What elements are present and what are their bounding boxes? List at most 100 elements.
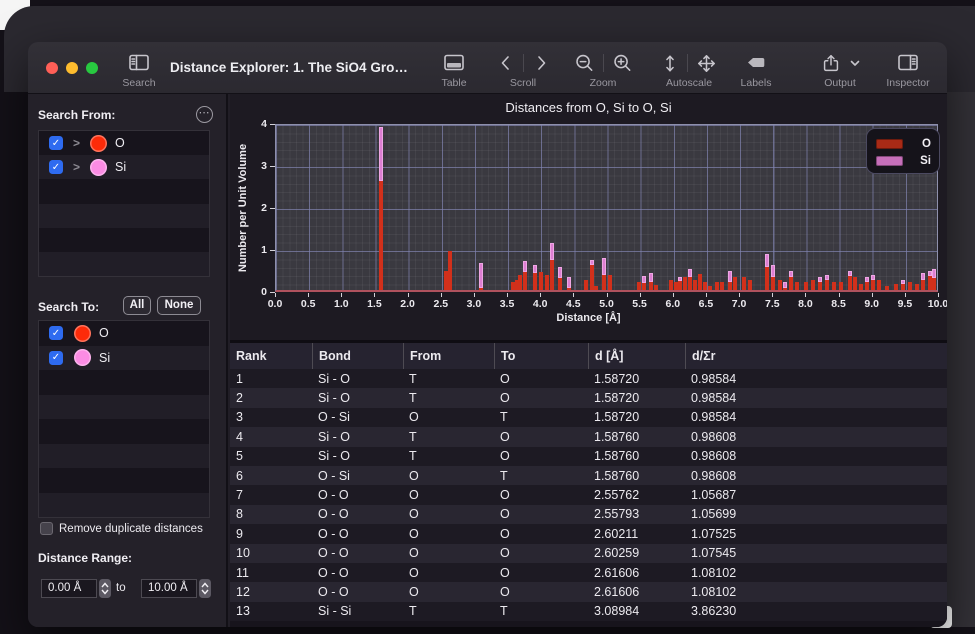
table-row[interactable]: 5Si - OTO1.587600.98608 <box>230 447 947 466</box>
atom-list-row[interactable]: ✓>O <box>39 131 209 155</box>
all-button[interactable]: All <box>123 296 151 315</box>
autoscale-move-icon[interactable] <box>695 52 718 75</box>
histogram-bar-si <box>765 254 769 267</box>
range-to-field[interactable]: 10.00 Å <box>141 579 197 598</box>
table-header-cell[interactable]: From <box>403 343 494 369</box>
table-cell: 8 <box>230 507 312 521</box>
atom-checkbox[interactable]: ✓ <box>49 351 63 365</box>
x-tick-mark <box>474 293 475 297</box>
zoom-in-icon[interactable] <box>611 52 634 75</box>
histogram-bar-o <box>733 277 737 290</box>
table-cell: 3.08984 <box>588 604 685 618</box>
toolbar-autoscale-label: Autoscale <box>666 77 712 89</box>
table-cell: Si - Si <box>312 604 403 618</box>
autoscale-vertical-icon[interactable] <box>660 52 680 75</box>
atom-list-row[interactable]: ✓O <box>39 321 209 346</box>
histogram-bar-o <box>693 280 697 291</box>
window-zoom-button[interactable] <box>86 62 98 74</box>
histogram-bar-o <box>865 282 869 290</box>
toolbar-divider <box>687 54 688 72</box>
table-row[interactable]: 8O - OOO2.557931.05699 <box>230 505 947 524</box>
zoom-out-icon[interactable] <box>573 52 596 75</box>
histogram-bar-o <box>932 278 936 290</box>
search-sidebar-icon[interactable] <box>127 51 151 75</box>
histogram-bar-si <box>523 261 527 271</box>
atom-checkbox[interactable]: ✓ <box>49 136 63 150</box>
table-header-cell[interactable]: To <box>494 343 588 369</box>
toolbar-inspector[interactable]: Inspector <box>878 51 938 89</box>
table-row[interactable]: 6O - SiOT1.587600.98608 <box>230 466 947 485</box>
table-header-cell[interactable]: Rank <box>230 343 312 369</box>
table-row[interactable]: 2Si - OTO1.587200.98584 <box>230 388 947 407</box>
toolbar-search[interactable]: Search <box>116 51 162 89</box>
y-tick-label: 0 <box>236 286 267 298</box>
x-tick-label: 0.5 <box>293 298 323 310</box>
sidebar: Search From: ⋯ ✓>O✓>Si Search To: All No… <box>28 94 228 627</box>
atom-checkbox[interactable]: ✓ <box>49 160 63 174</box>
table-row[interactable]: 13Si - SiTT3.089843.86230 <box>230 602 947 621</box>
table-row[interactable]: 9O - OOO2.602111.07525 <box>230 524 947 543</box>
y-tick-mark <box>270 208 275 209</box>
table-row[interactable]: 7O - OOO2.557621.05687 <box>230 485 947 504</box>
y-tick-mark <box>270 292 275 293</box>
table-row[interactable]: 12O - OOO2.616061.08102 <box>230 582 947 601</box>
range-from-stepper[interactable] <box>99 579 111 598</box>
scroll-left-icon[interactable] <box>496 52 516 74</box>
x-tick-label: 4.5 <box>558 298 588 310</box>
table-row[interactable]: 3O - SiOT1.587200.98584 <box>230 408 947 427</box>
histogram-bar-o <box>825 280 829 291</box>
x-tick-mark <box>905 293 906 297</box>
histogram-bar-o <box>789 277 793 290</box>
table-icon[interactable] <box>442 51 466 75</box>
atom-list-row[interactable]: ✓Si <box>39 346 209 371</box>
table-cell: Si - O <box>312 372 403 386</box>
remove-duplicates-checkbox[interactable] <box>40 522 53 535</box>
table-cell: 1.58720 <box>588 372 685 386</box>
none-button[interactable]: None <box>157 296 201 315</box>
labels-tag-icon[interactable] <box>744 51 768 75</box>
x-tick-mark <box>805 293 806 297</box>
toolbar-labels[interactable]: Labels <box>733 51 779 89</box>
atom-list-row <box>39 444 209 469</box>
disclosure-chevron-icon[interactable]: > <box>73 136 80 150</box>
window-close-button[interactable] <box>46 62 58 74</box>
table-header-cell[interactable]: d [Å] <box>588 343 685 369</box>
histogram-bar-o <box>594 286 598 290</box>
table-cell: 5 <box>230 449 312 463</box>
table-cell: O - O <box>312 527 403 541</box>
x-tick-mark <box>441 293 442 297</box>
range-to-stepper[interactable] <box>199 579 211 598</box>
chevron-down-icon[interactable] <box>849 57 861 69</box>
histogram-plot[interactable] <box>275 124 938 292</box>
histogram-bar-si <box>649 273 653 281</box>
disclosure-chevron-icon[interactable]: > <box>73 160 80 174</box>
histogram-bar-o <box>637 282 641 290</box>
atom-symbol: Si <box>115 160 126 174</box>
atom-checkbox[interactable]: ✓ <box>49 326 63 340</box>
range-from-field[interactable]: 0.00 Å <box>41 579 97 598</box>
ellipsis-menu-icon[interactable]: ⋯ <box>196 106 213 123</box>
histogram-bar-o <box>523 272 527 291</box>
table-row[interactable]: 1Si - OTO1.587200.98584 <box>230 369 947 388</box>
atom-list-row[interactable]: ✓ > Si <box>39 155 209 179</box>
table-row[interactable]: 10O - OOO2.602591.07545 <box>230 544 947 563</box>
table-row[interactable]: 4Si - OTO1.587600.98608 <box>230 427 947 446</box>
table-row[interactable]: 11O - OOO2.616061.08102 <box>230 563 947 582</box>
toolbar-output[interactable]: Output <box>813 51 867 89</box>
window-minimize-button[interactable] <box>66 62 78 74</box>
output-share-icon[interactable] <box>820 52 842 75</box>
table-header-cell[interactable]: d/Σr <box>685 343 947 369</box>
table-cell: 1.58760 <box>588 469 685 483</box>
inspector-icon[interactable] <box>896 51 920 75</box>
histogram-bar-si <box>379 127 383 181</box>
distance-table: RankBondFromTod [Å]d/Σr 1Si - OTO1.58720… <box>230 340 947 627</box>
table-cell: 2.55762 <box>588 488 685 502</box>
table-cell: 1.58760 <box>588 449 685 463</box>
table-header-cell[interactable]: Bond <box>312 343 403 369</box>
scroll-right-icon[interactable] <box>531 52 551 74</box>
toolbar-table[interactable]: Table <box>432 51 476 89</box>
histogram-bar-si <box>771 265 775 278</box>
x-tick-mark <box>540 293 541 297</box>
histogram-bar-si <box>825 275 829 279</box>
table-cell: 2.61606 <box>588 585 685 599</box>
